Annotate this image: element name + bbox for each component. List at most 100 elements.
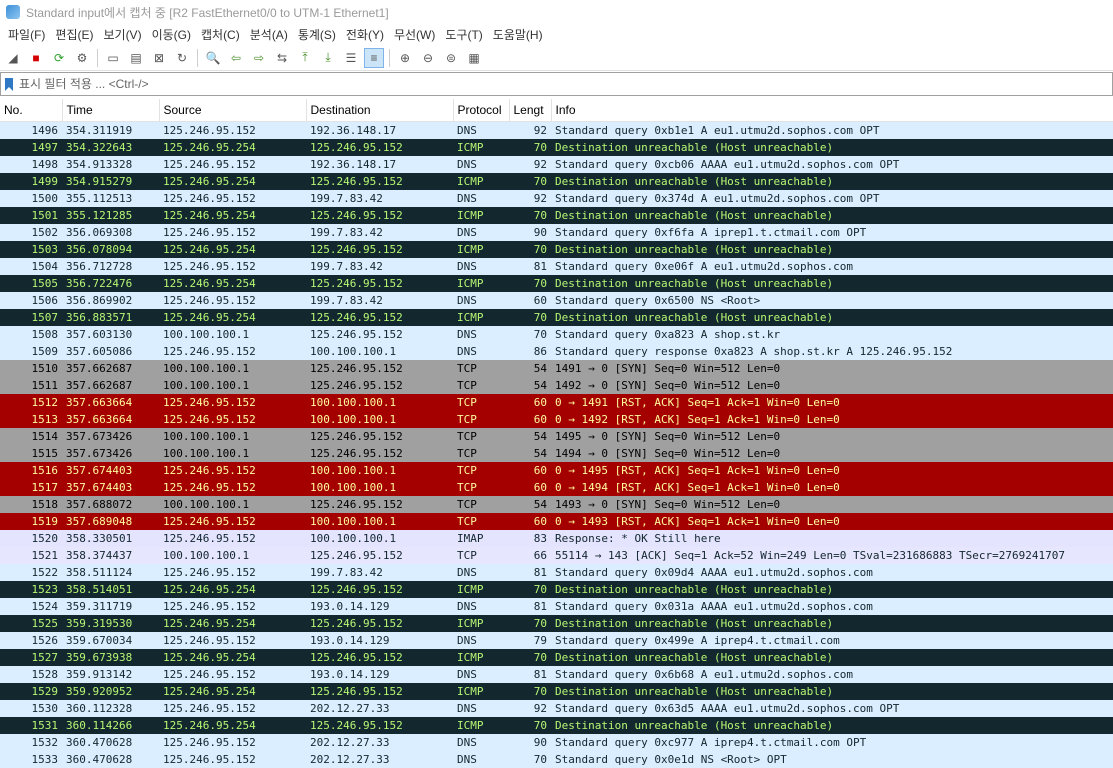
- zoom-in-icon[interactable]: ⊕: [395, 48, 415, 68]
- go-back-icon[interactable]: ⇦: [226, 48, 246, 68]
- packet-time: 354.915279: [66, 175, 133, 188]
- packet-source: 125.246.95.152: [163, 532, 256, 545]
- packet-source: 125.246.95.152: [163, 702, 256, 715]
- go-forward-icon[interactable]: ⇨: [249, 48, 269, 68]
- packet-info: Destination unreachable (Host unreachabl…: [555, 277, 834, 290]
- packet-time: 356.722476: [66, 277, 133, 290]
- menu-item[interactable]: 편집(E): [50, 26, 98, 43]
- packet-protocol: DNS: [457, 668, 477, 681]
- zoom-out-icon[interactable]: ⊖: [418, 48, 438, 68]
- close-file-icon[interactable]: ⊠: [149, 48, 169, 68]
- col-length-header[interactable]: Lengt: [509, 99, 552, 122]
- packet-row[interactable]: 1498 354.913328 125.246.95.152 192.36.148.1…: [0, 156, 1113, 173]
- packet-destination: 125.246.95.152: [310, 430, 403, 443]
- packet-row[interactable]: 1500 355.112513 125.246.95.152 199.7.83.42 D…: [0, 190, 1113, 207]
- menu-item[interactable]: 분석(A): [245, 26, 293, 43]
- menu-item[interactable]: 이동(G): [147, 26, 196, 43]
- menu-item[interactable]: 도움말(H): [488, 26, 548, 43]
- open-file-icon[interactable]: ▭: [103, 48, 123, 68]
- packet-destination: 202.12.27.33: [310, 736, 390, 749]
- packet-row[interactable]: 1507 356.883571 125.246.95.254 125.246.95.1…: [0, 309, 1113, 326]
- packet-protocol: DNS: [457, 634, 477, 647]
- packet-no: 1503: [31, 243, 59, 256]
- menu-item[interactable]: 통계(S): [293, 26, 341, 43]
- menu-item[interactable]: 캡처(C): [196, 26, 245, 43]
- restart-capture-icon[interactable]: ⟳: [49, 48, 69, 68]
- packet-row[interactable]: 1505 356.722476 125.246.95.254 125.246.95.1…: [0, 275, 1113, 292]
- packet-row[interactable]: 1518 357.688072 100.100.100.1 125.246.95.15…: [0, 496, 1113, 513]
- go-first-icon[interactable]: ⤒: [295, 48, 315, 68]
- packet-row[interactable]: 1514 357.673426 100.100.100.1 125.246.95.15…: [0, 428, 1113, 445]
- packet-row[interactable]: 1523 358.514051 125.246.95.254 125.246.95.1…: [0, 581, 1113, 598]
- packet-row[interactable]: 1532 360.470628 125.246.95.152 202.12.27.33…: [0, 734, 1113, 751]
- packet-time: 358.514051: [66, 583, 133, 596]
- packet-row[interactable]: 1529 359.920952 125.246.95.254 125.246.95.1…: [0, 683, 1113, 700]
- packet-row[interactable]: 1519 357.689048 125.246.95.152 100.100.100.…: [0, 513, 1113, 530]
- packet-row[interactable]: 1502 356.069308 125.246.95.152 199.7.83.42 D…: [0, 224, 1113, 241]
- stop-capture-icon[interactable]: ■: [26, 48, 46, 68]
- packet-info: Standard query 0xf6fa A iprep1.t.ctmail.…: [555, 226, 867, 239]
- col-no-header[interactable]: No.: [0, 99, 63, 122]
- packet-row[interactable]: 1510 357.662687 100.100.100.1 125.246.95.15…: [0, 360, 1113, 377]
- colorize-icon[interactable]: ≡: [364, 47, 384, 68]
- packet-row[interactable]: 1526 359.670034 125.246.95.152 193.0.14.129…: [0, 632, 1113, 649]
- packet-row[interactable]: 1509 357.605086 125.246.95.152 100.100.100.…: [0, 343, 1113, 360]
- autoscroll-icon[interactable]: ☰: [341, 48, 361, 68]
- col-protocol-header[interactable]: Protocol: [453, 99, 510, 122]
- col-destination-header[interactable]: Destination: [306, 99, 454, 122]
- menu-item[interactable]: 파일(F): [3, 26, 50, 43]
- packet-row[interactable]: 1528 359.913142 125.246.95.152 193.0.14.129…: [0, 666, 1113, 683]
- shark-fin-start-icon[interactable]: ◢: [3, 48, 23, 68]
- packet-time: 356.883571: [66, 311, 133, 324]
- packet-info: 0 → 1493 [RST, ACK] Seq=1 Ack=1 Win=0 Le…: [555, 515, 840, 528]
- packet-row[interactable]: 1524 359.311719 125.246.95.152 193.0.14.129…: [0, 598, 1113, 615]
- zoom-normal-icon[interactable]: ⊜: [441, 48, 461, 68]
- col-time-header[interactable]: Time: [62, 99, 160, 122]
- packet-no: 1509: [31, 345, 59, 358]
- packet-row[interactable]: 1513 357.663664 125.246.95.152 100.100.100.…: [0, 411, 1113, 428]
- packet-row[interactable]: 1506 356.869902 125.246.95.152 199.7.83.42 D…: [0, 292, 1113, 309]
- packet-row[interactable]: 1530 360.112328 125.246.95.152 202.12.27.33…: [0, 700, 1113, 717]
- display-filter-input[interactable]: [17, 75, 1112, 93]
- menu-item[interactable]: 무선(W): [389, 26, 440, 43]
- reload-file-icon[interactable]: ↻: [172, 48, 192, 68]
- menu-item[interactable]: 보기(V): [98, 26, 146, 43]
- packet-row[interactable]: 1527 359.673938 125.246.95.254 125.246.95.1…: [0, 649, 1113, 666]
- packet-row[interactable]: 1533 360.470628 125.246.95.152 202.12.27.33…: [0, 751, 1113, 768]
- packet-row[interactable]: 1504 356.712728 125.246.95.152 199.7.83.42 D…: [0, 258, 1113, 275]
- col-info-header[interactable]: Info: [551, 99, 1113, 122]
- packet-row[interactable]: 1503 356.078094 125.246.95.254 125.246.95.1…: [0, 241, 1113, 258]
- save-file-icon[interactable]: ▤: [126, 48, 146, 68]
- capture-options-icon[interactable]: ⚙: [72, 48, 92, 68]
- menu-item[interactable]: 도구(T): [440, 26, 487, 43]
- go-to-packet-icon[interactable]: ⇆: [272, 48, 292, 68]
- packet-protocol: TCP: [457, 464, 477, 477]
- menu-item[interactable]: 전화(Y): [341, 26, 389, 43]
- main-toolbar: ◢ ■ ⟳ ⚙ ▭ ▤ ⊠ ↻ 🔍 ⇦ ⇨ ⇆ ⤒ ⤓ ☰ ≡ ⊕ ⊖ ⊜ ▦: [0, 45, 1113, 71]
- packet-row[interactable]: 1531 360.114266 125.246.95.254 125.246.95.1…: [0, 717, 1113, 734]
- packet-protocol: ICMP: [457, 685, 484, 698]
- packet-row[interactable]: 1499 354.915279 125.246.95.254 125.246.95.1…: [0, 173, 1113, 190]
- go-last-icon[interactable]: ⤓: [318, 48, 338, 68]
- packet-row[interactable]: 1520 358.330501 125.246.95.152 100.100.100.…: [0, 530, 1113, 547]
- resize-columns-icon[interactable]: ▦: [464, 48, 484, 68]
- packet-row[interactable]: 1525 359.319530 125.246.95.254 125.246.95.1…: [0, 615, 1113, 632]
- packet-row[interactable]: 1501 355.121285 125.246.95.254 125.246.95.1…: [0, 207, 1113, 224]
- packet-row[interactable]: 1511 357.662687 100.100.100.1 125.246.95.15…: [0, 377, 1113, 394]
- packet-row[interactable]: 1508 357.603130 100.100.100.1 125.246.95.15…: [0, 326, 1113, 343]
- packet-row[interactable]: 1512 357.663664 125.246.95.152 100.100.100.…: [0, 394, 1113, 411]
- packet-row[interactable]: 1516 357.674403 125.246.95.152 100.100.100.…: [0, 462, 1113, 479]
- packet-row[interactable]: 1522 358.511124 125.246.95.152 199.7.83.42 D…: [0, 564, 1113, 581]
- packet-info: Destination unreachable (Host unreachabl…: [555, 311, 834, 324]
- filter-bookmark-icon[interactable]: [1, 74, 17, 94]
- col-source-header[interactable]: Source: [159, 99, 307, 122]
- packet-info: Destination unreachable (Host unreachabl…: [555, 209, 834, 222]
- packet-destination: 125.246.95.152: [310, 617, 403, 630]
- packet-destination: 193.0.14.129: [310, 634, 390, 647]
- packet-row[interactable]: 1497 354.322643 125.246.95.254 125.246.95.1…: [0, 139, 1113, 156]
- packet-row[interactable]: 1517 357.674403 125.246.95.152 100.100.100.…: [0, 479, 1113, 496]
- packet-row[interactable]: 1521 358.374437 100.100.100.1 125.246.95.15…: [0, 547, 1113, 564]
- packet-row[interactable]: 1515 357.673426 100.100.100.1 125.246.95.15…: [0, 445, 1113, 462]
- packet-row[interactable]: 1496 354.311919 125.246.95.152 192.36.148.1…: [0, 121, 1113, 139]
- find-packet-icon[interactable]: 🔍: [203, 48, 223, 68]
